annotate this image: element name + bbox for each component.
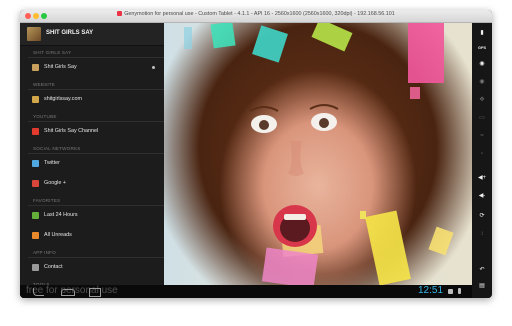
selected-indicator-icon <box>152 66 155 69</box>
drawer-item-shit-girls-say[interactable]: Shit Girls Say <box>20 58 164 78</box>
contact-icon <box>32 264 39 271</box>
home-button[interactable] <box>61 289 75 296</box>
section-header: SHIT GIRLS SAY <box>20 46 164 58</box>
recent-apps-button[interactable] <box>89 288 101 297</box>
drawer-item-shit-girls-say-channel[interactable]: Shit Girls Say Channel <box>20 122 164 142</box>
gps-widget-icon[interactable]: GPS <box>477 43 487 53</box>
section-header: FAVORITES <box>20 194 164 206</box>
emulator-side-toolbar: ▮ GPS ◉ ◉ ✥ ▭ ≈ ▫ ◀+ ◀- ⟳ ↕ ↶ ▤ <box>472 23 492 298</box>
drawer-item-google[interactable]: Google + <box>20 174 164 194</box>
emulator-window: Genymotion for personal use - Custom Tab… <box>20 10 492 298</box>
rss-icon[interactable]: ≈ <box>477 131 487 141</box>
clock-icon <box>32 212 39 219</box>
status-clock: 12:51 <box>418 285 444 296</box>
drawer-item-all-unreads[interactable]: All Unreads <box>20 226 164 246</box>
wifi-icon <box>448 289 453 294</box>
drawer-item-label: Shit Girls Say <box>44 64 77 70</box>
drawer-item-label: Twitter <box>44 160 60 166</box>
drawer-item-last-24-hours[interactable]: Last 24 Hours <box>20 206 164 226</box>
volume-up-icon[interactable]: ◀+ <box>477 173 487 183</box>
genymotion-icon <box>117 11 123 17</box>
feed-image[interactable] <box>164 23 472 285</box>
drawer-item-label: shitgirlssay.com <box>44 96 82 102</box>
youtube-icon <box>32 128 39 135</box>
app-icon <box>32 64 39 71</box>
section-header: WEBSITE <box>20 78 164 90</box>
drawer-item-label: All Unreads <box>44 232 72 238</box>
app-logo-icon <box>27 27 41 41</box>
window-title-text: Genymotion for personal use - Custom Tab… <box>124 11 395 17</box>
section-header: SOCIAL NETWORKS <box>20 142 164 154</box>
section-header-label: APP INFO <box>33 250 56 255</box>
window-titlebar: Genymotion for personal use - Custom Tab… <box>20 10 492 23</box>
sms-icon[interactable]: ▫ <box>477 149 487 159</box>
section-header-label: YOUTUBE <box>33 114 57 119</box>
drawer-item-label: Shit Girls Say Channel <box>44 128 99 134</box>
volume-down-icon[interactable]: ◀- <box>477 191 487 201</box>
drawer-header[interactable]: SHIT GIRLS SAY <box>20 23 164 46</box>
face-illustration <box>249 104 339 247</box>
back-button[interactable] <box>33 288 44 296</box>
website-icon <box>32 96 39 103</box>
unread-icon <box>32 232 39 239</box>
drawer-item-twitter[interactable]: Twitter <box>20 154 164 174</box>
drawer-item-label: Last 24 Hours <box>44 212 78 218</box>
section-header-label: SOCIAL NETWORKS <box>33 146 81 151</box>
drawer-item-label: Contact <box>44 264 63 270</box>
drawer-item-shitgirlssay-com[interactable]: shitgirlssay.com <box>20 90 164 110</box>
section-header-label: FAVORITES <box>33 198 61 203</box>
drawer-item-label: Google + <box>44 180 67 186</box>
navigation-drawer: SHIT GIRLS SAY SHIT GIRLS SAY Shit Girls … <box>20 23 164 285</box>
section-header-label: WEBSITE <box>33 82 56 87</box>
dpad-icon[interactable]: ✥ <box>477 95 487 105</box>
gps-label: GPS <box>477 46 487 50</box>
right-eyebrow <box>309 104 339 110</box>
twitter-icon <box>32 160 39 167</box>
scale-icon[interactable]: ↕ <box>477 229 487 239</box>
battery-widget-icon[interactable]: ▮ <box>477 28 487 38</box>
section-header: YOUTUBE <box>20 110 164 122</box>
section-header: APP INFO <box>20 246 164 258</box>
back-nav-icon[interactable]: ↶ <box>477 265 487 275</box>
id-widget-icon[interactable]: ▭ <box>477 113 487 123</box>
google-plus-icon <box>32 180 39 187</box>
camera-widget-icon[interactable]: ◉ <box>477 59 487 69</box>
right-iris <box>319 118 329 128</box>
nose <box>288 141 304 176</box>
android-screen: SHIT GIRLS SAY SHIT GIRLS SAY Shit Girls … <box>20 23 472 298</box>
drawer-item-contact[interactable]: Contact <box>20 258 164 278</box>
left-eyebrow <box>249 106 279 112</box>
menu-nav-icon[interactable]: ▤ <box>477 281 487 291</box>
teeth <box>284 214 306 220</box>
window-title: Genymotion for personal use - Custom Tab… <box>20 11 492 17</box>
rotate-screen-icon[interactable]: ⟳ <box>477 211 487 221</box>
left-iris <box>259 120 269 130</box>
section-header: TOOLS <box>20 278 164 285</box>
android-navigation-bar: free for personal use 12:51 <box>20 285 472 298</box>
section-header-label: SHIT GIRLS SAY <box>33 50 72 55</box>
app-title: SHIT GIRLS SAY <box>46 30 94 36</box>
battery-icon <box>458 288 461 294</box>
remote-control-icon[interactable]: ◉ <box>477 77 487 87</box>
